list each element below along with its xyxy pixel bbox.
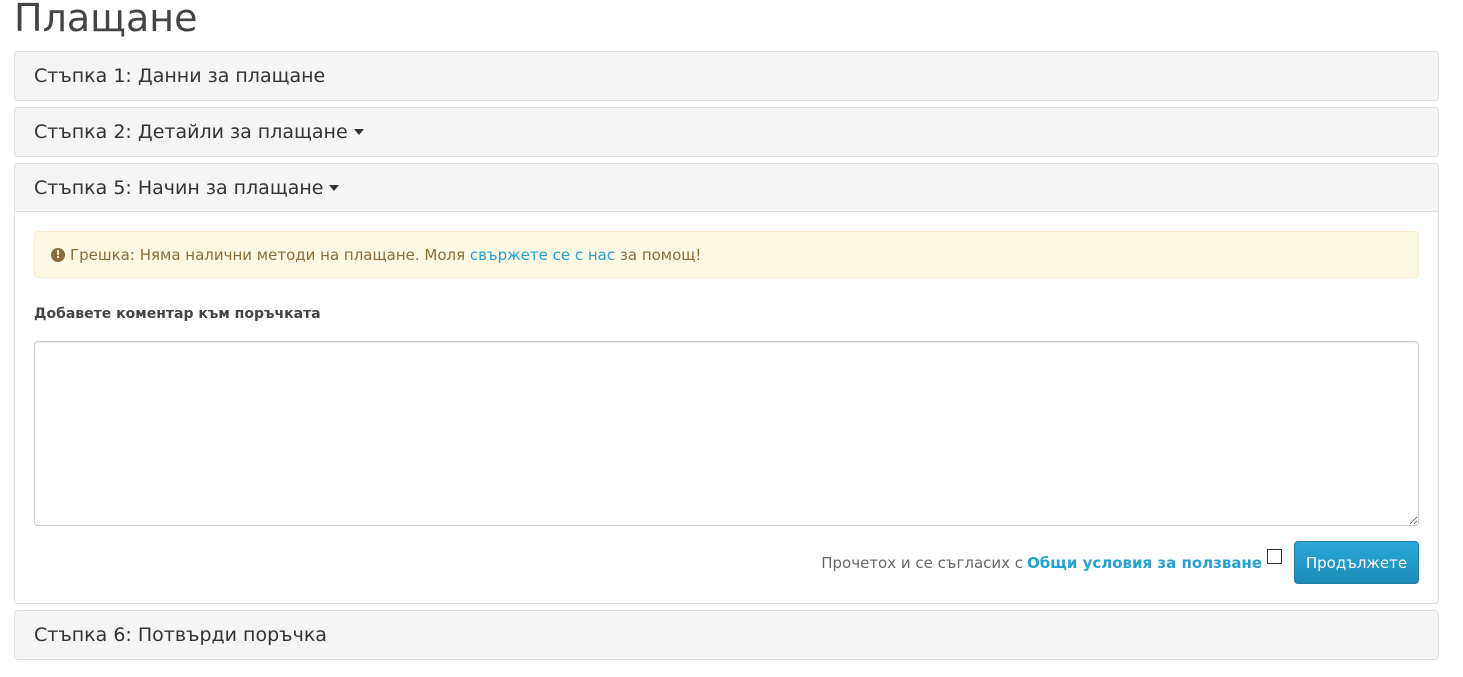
step-2-heading[interactable]: Стъпка 2: Детайли за плащане <box>15 108 1438 156</box>
step-6-panel: Стъпка 6: Потвърди поръчка <box>14 610 1439 660</box>
error-alert: ! Грешка: Няма налични методи на плащане… <box>34 231 1419 278</box>
terms-link[interactable]: Общи условия за ползване <box>1027 554 1262 572</box>
step-5-heading[interactable]: Стъпка 5: Начин за плащане <box>15 164 1438 212</box>
comment-textarea[interactable] <box>34 341 1419 526</box>
contact-us-link[interactable]: свържете се с нас <box>470 246 615 264</box>
step-2-panel: Стъпка 2: Детайли за плащане <box>14 107 1439 157</box>
page-title: Плащане <box>14 0 198 40</box>
comment-label: Добавете коментар към поръчката <box>34 306 321 322</box>
caret-down-icon <box>353 129 364 135</box>
step-1-panel: Стъпка 1: Данни за плащане <box>14 51 1439 101</box>
step-5-panel: Стъпка 5: Начин за плащане ! Грешка: Ням… <box>14 163 1439 604</box>
alert-text: Грешка: Няма налични методи на плащане. … <box>70 245 466 264</box>
step-1-title: Стъпка 1: Данни за плащане <box>34 65 326 87</box>
agree-row: Прочетох и се съгласих с Общи условия за… <box>821 541 1419 584</box>
agree-text: Прочетох и се съгласих с <box>821 553 1024 572</box>
exclamation-circle-icon: ! <box>51 247 65 262</box>
step-6-title: Стъпка 6: Потвърди поръчка <box>34 624 327 646</box>
continue-button[interactable]: Продължете <box>1294 541 1419 584</box>
step-2-title: Стъпка 2: Детайли за плащане <box>34 121 348 143</box>
step-6-heading[interactable]: Стъпка 6: Потвърди поръчка <box>15 611 1438 659</box>
checkout-page: Плащане Стъпка 1: Данни за плащане Стъпк… <box>0 0 1463 677</box>
step-5-body: ! Грешка: Няма налични методи на плащане… <box>15 212 1438 603</box>
agree-checkbox[interactable] <box>1267 549 1282 564</box>
step-1-heading[interactable]: Стъпка 1: Данни за плащане <box>15 52 1438 100</box>
alert-text-after: за помощ! <box>619 245 702 264</box>
caret-down-icon <box>329 184 340 191</box>
step-5-title: Стъпка 5: Начин за плащане <box>34 176 324 199</box>
